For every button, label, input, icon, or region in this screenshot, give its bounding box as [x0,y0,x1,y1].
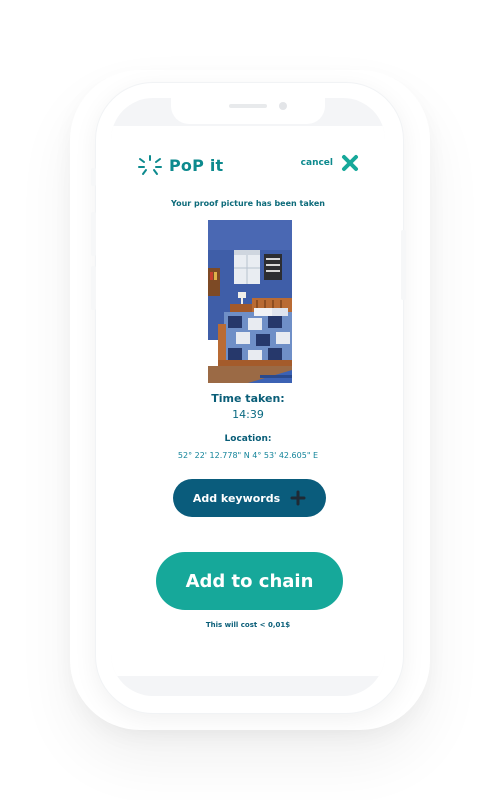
page-background: PoP it cancel Your proof picture has bee… [0,0,500,800]
location-label: Location: [224,434,272,444]
sparkle-burst-icon [138,155,162,175]
phone-power-button [401,230,406,300]
add-to-chain-label: Add to chain [185,570,314,592]
time-taken-label: Time taken: [211,392,285,405]
phone-mute-switch [91,168,96,186]
add-keywords-button[interactable]: Add keywords [173,479,326,517]
cancel-button[interactable]: cancel [301,154,359,172]
app-view: PoP it cancel Your proof picture has bee… [111,126,385,676]
app-name: PoP it [169,155,224,175]
cancel-label: cancel [300,158,333,168]
close-icon [342,155,358,171]
proof-photo[interactable] [208,220,292,383]
status-message: Your proof picture has been taken [171,199,325,208]
phone-screen: PoP it cancel Your proof picture has bee… [111,98,385,696]
time-taken-value: 14:39 [232,408,264,421]
plus-icon [290,490,306,506]
speaker-grille [229,104,267,108]
phone-notch [171,98,325,124]
front-camera [279,102,287,110]
location-value: 52° 22' 12.778" N 4° 53' 42.605" E [177,451,319,460]
cost-note: This will cost < 0,01$ [205,621,291,629]
add-to-chain-button[interactable]: Add to chain [156,552,343,610]
app-logo: PoP it [137,154,223,176]
bedroom-photo [208,220,292,383]
phone-volume-down [91,266,96,310]
add-keywords-label: Add keywords [192,491,281,505]
phone-volume-up [91,212,96,256]
